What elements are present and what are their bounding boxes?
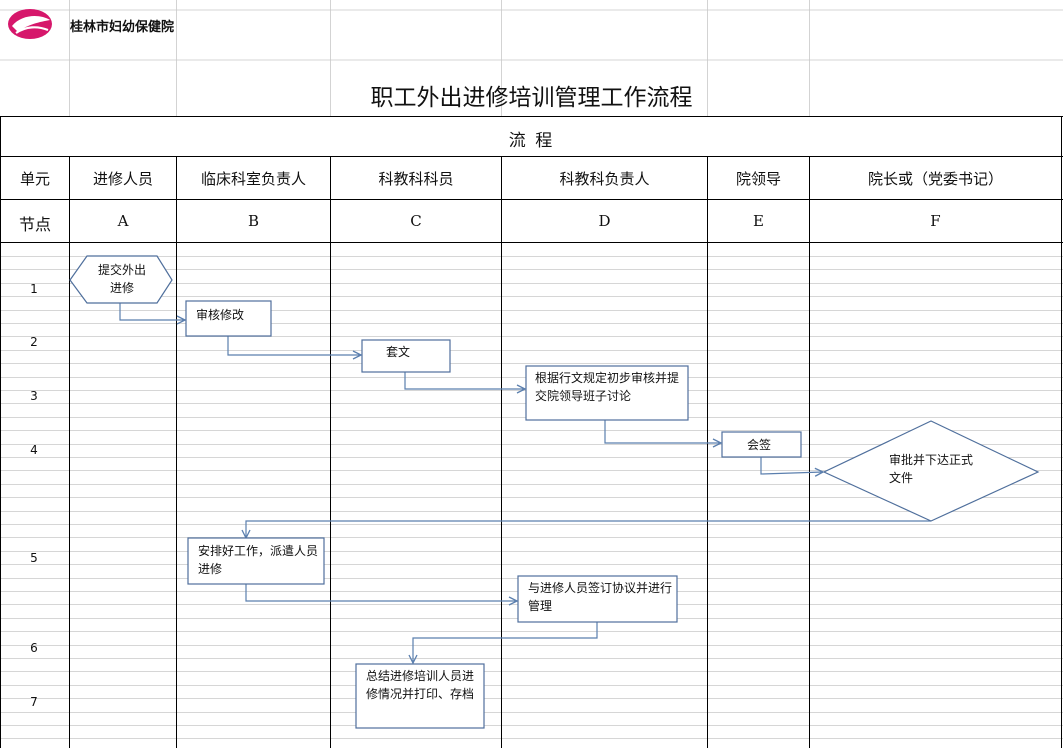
step-number-6: 6	[30, 641, 38, 655]
column-role-f: 院长或（党委书记）	[867, 170, 1003, 188]
step-number-5: 5	[30, 551, 38, 565]
row-label-node: 节点	[18, 215, 51, 234]
connector-approve-arrange	[246, 520, 931, 538]
column-code-a: A	[117, 212, 129, 230]
column-code-b: B	[247, 212, 260, 230]
flowchart-canvas	[0, 0, 1063, 748]
step-number-4: 4	[30, 443, 38, 457]
column-code-f: F	[930, 212, 941, 230]
column-role-b: 临床科室负责人	[200, 170, 306, 188]
page-title: 职工外出进修培训管理工作流程	[370, 85, 693, 111]
node-approve-text: 审批并下达正式文件	[889, 453, 974, 485]
column-role-c: 科教科科员	[378, 170, 454, 188]
step-number-7: 7	[30, 695, 38, 709]
node-agreement-text: 与进修人员签订协议并进行管理	[528, 581, 673, 613]
column-role-e: 院领导	[735, 170, 781, 188]
connector-countersign-approve	[760, 457, 823, 474]
step-number-3: 3	[30, 389, 38, 403]
table-border	[0, 116, 1063, 748]
connector-agreement-summary	[413, 622, 598, 663]
step-number-2: 2	[30, 335, 38, 349]
column-code-d: D	[598, 212, 611, 230]
node-review-text: 审核修改	[196, 308, 245, 322]
node-preliminary-text: 根据行文规定初步审核并提交院领导班子讨论	[535, 371, 680, 403]
hospital-logo-icon	[8, 9, 52, 39]
section-label: 流 程	[508, 131, 555, 151]
column-code-e: E	[753, 212, 764, 230]
column-code-c: C	[410, 212, 422, 230]
connector-submit-review	[119, 303, 185, 320]
row-label-unit: 单元	[19, 170, 50, 188]
connector-preliminary-countersign	[604, 420, 721, 443]
step-number-1: 1	[30, 282, 38, 296]
connector-arrange-agreement	[245, 584, 517, 601]
column-role-d: 科教科负责人	[559, 170, 650, 188]
node-draft-text: 套文	[386, 345, 411, 359]
connector-review-draft	[227, 336, 361, 355]
node-countersign-text: 会签	[747, 438, 772, 452]
connector-draft-preliminary	[404, 372, 525, 389]
flowchart-page: 桂林市妇幼保健院 职工外出进修培训管理工作流程 流 程 单元 节点 进修人员 临…	[0, 0, 1063, 748]
column-role-a: 进修人员	[92, 170, 153, 188]
node-submit-text: 提交外出进修	[97, 263, 146, 295]
organization-name: 桂林市妇幼保健院	[70, 20, 175, 35]
node-arrange-text: 安排好工作，派遣人员进修	[198, 544, 319, 576]
flow-nodes	[69, 255, 1040, 729]
node-summary-text: 总结进修培训人员进修情况并打印、存档	[366, 669, 475, 701]
